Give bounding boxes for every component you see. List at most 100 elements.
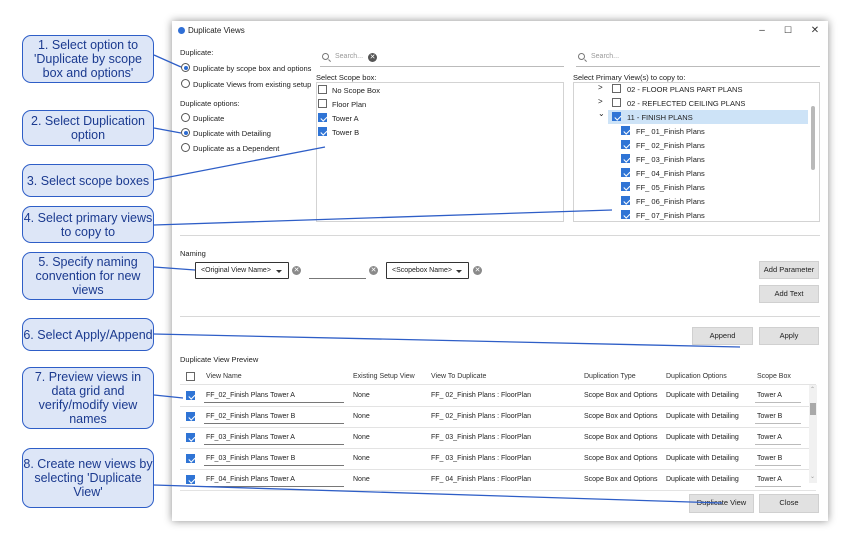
view-name-cell[interactable]: FF_02_Finish Plans Tower A <box>206 392 295 399</box>
scopebox-name-dropdown[interactable]: <Scopebox Name> <box>386 262 469 279</box>
close-window-button[interactable]: ✕ <box>808 24 822 37</box>
scope-box-underline <box>755 465 801 466</box>
scope-box-underline <box>755 486 801 487</box>
original-view-name-dropdown[interactable]: <Original View Name> <box>195 262 289 279</box>
table-cell: Duplicate with Detailing <box>666 434 739 441</box>
table-cell: FF_ 04_Finish Plans : FloorPlan <box>431 476 531 483</box>
clear-search-icon[interactable]: ✕ <box>368 53 377 62</box>
scope-checkbox-tower-b[interactable] <box>318 127 327 136</box>
column-header[interactable]: Duplication Options <box>666 373 727 380</box>
view-name-cell[interactable]: FF_03_Finish Plans Tower A <box>206 434 295 441</box>
grid-scrollbar-thumb[interactable] <box>810 403 816 415</box>
maximize-button[interactable]: ☐ <box>781 24 795 37</box>
radio-duplicate-dependent[interactable] <box>181 143 190 152</box>
scope-box-underline <box>755 444 801 445</box>
apply-button[interactable]: Apply <box>759 327 819 345</box>
callout-step-2: 2. Select Duplication option <box>22 110 154 146</box>
scroll-up-icon[interactable]: ⌃ <box>810 386 815 393</box>
close-button[interactable]: Close <box>759 494 819 513</box>
scope-checkbox-no-scope[interactable] <box>318 85 327 94</box>
table-cell: FF_ 02_Finish Plans : FloorPlan <box>431 413 531 420</box>
table-cell: Scope Box and Options <box>584 434 658 441</box>
view-name-underline <box>204 465 344 466</box>
scope-checkbox-tower-a[interactable] <box>318 113 327 122</box>
tree-scrollbar[interactable] <box>811 106 815 170</box>
view-name-cell[interactable]: FF_04_Finish Plans Tower A <box>206 476 295 483</box>
table-cell: FF_ 03_Finish Plans : FloorPlan <box>431 455 531 462</box>
group-checkbox[interactable] <box>612 98 621 107</box>
column-header[interactable]: Scope Box <box>757 373 791 380</box>
radio-duplicate-detailing[interactable] <box>181 128 190 137</box>
scope-checkbox-floor-plan[interactable] <box>318 99 327 108</box>
column-header[interactable]: View Name <box>206 373 242 380</box>
scroll-down-icon[interactable]: ⌄ <box>810 473 815 480</box>
view-name-cell[interactable]: FF_03_Finish Plans Tower B <box>206 455 295 462</box>
view-checkbox[interactable] <box>621 210 630 219</box>
view-checkbox[interactable] <box>621 126 630 135</box>
row-checkbox[interactable] <box>186 475 195 484</box>
column-header[interactable]: Existing Setup View <box>353 373 415 380</box>
row-checkbox[interactable] <box>186 391 195 400</box>
callout-step-1: 1. Select option to 'Duplicate by scope … <box>22 35 154 83</box>
row-divider <box>180 406 816 407</box>
scope-item-label: Floor Plan <box>332 100 367 109</box>
tree-view-label: FF_ 05_Finish Plans <box>636 183 705 192</box>
tree-group-label: 02 - FLOOR PLANS PART PLANS <box>627 85 743 94</box>
remove-token-icon[interactable]: ✕ <box>473 266 482 275</box>
view-checkbox[interactable] <box>621 154 630 163</box>
minimize-button[interactable]: – <box>755 24 769 37</box>
primary-search-input[interactable]: Search... <box>576 51 820 67</box>
column-header[interactable]: Duplication Type <box>584 373 636 380</box>
row-checkbox[interactable] <box>186 412 195 421</box>
collapse-chevron-icon[interactable]: ⌄ <box>598 109 605 118</box>
naming-label: Naming <box>180 249 206 258</box>
radio-scope-box[interactable] <box>181 63 190 72</box>
primary-search-placeholder: Search... <box>591 53 620 60</box>
callout-step-8: 8. Create new views by selecting 'Duplic… <box>22 448 154 508</box>
scope-item-label: No Scope Box <box>332 86 380 95</box>
scope-item-label: Tower A <box>332 114 359 123</box>
chevron-down-icon <box>456 270 462 273</box>
radio-existing-setup[interactable] <box>181 79 190 88</box>
duplicate-views-window: Duplicate Views – ☐ ✕ Duplicate: Duplica… <box>172 21 828 521</box>
table-cell: Duplicate with Detailing <box>666 392 739 399</box>
divider <box>180 235 820 236</box>
remove-token-icon[interactable]: ✕ <box>292 266 301 275</box>
table-cell: None <box>353 476 370 483</box>
group-checkbox[interactable] <box>612 84 621 93</box>
group-checkbox[interactable] <box>612 112 621 121</box>
expand-chevron-icon[interactable]: > <box>598 83 603 92</box>
remove-token-icon[interactable]: ✕ <box>369 266 378 275</box>
table-cell: Tower A <box>757 392 782 399</box>
view-checkbox[interactable] <box>621 168 630 177</box>
chevron-down-icon <box>276 270 282 273</box>
scope-search-input[interactable]: Search... ✕ <box>320 51 564 67</box>
table-cell: Duplicate with Detailing <box>666 413 739 420</box>
view-checkbox[interactable] <box>621 196 630 205</box>
primary-views-label: Select Primary View(s) to copy to: <box>573 73 686 82</box>
table-cell: None <box>353 455 370 462</box>
column-header[interactable]: View To Duplicate <box>431 373 486 380</box>
append-button[interactable]: Append <box>692 327 753 345</box>
expand-chevron-icon[interactable]: > <box>598 97 603 106</box>
table-cell: Duplicate with Detailing <box>666 476 739 483</box>
duplicate-view-button[interactable]: Duplicate View <box>689 494 754 513</box>
row-divider <box>180 469 816 470</box>
grid-scrollbar[interactable] <box>809 385 817 483</box>
radio-duplicate[interactable] <box>181 113 190 122</box>
view-name-cell[interactable]: FF_02_Finish Plans Tower B <box>206 413 295 420</box>
add-text-button[interactable]: Add Text <box>759 285 819 303</box>
view-checkbox[interactable] <box>621 182 630 191</box>
radio-duplicate-label: Duplicate <box>193 114 225 123</box>
row-divider <box>180 490 816 491</box>
view-checkbox[interactable] <box>621 140 630 149</box>
select-all-checkbox[interactable] <box>186 372 195 381</box>
search-icon <box>322 53 329 60</box>
row-checkbox[interactable] <box>186 454 195 463</box>
custom-text-field[interactable] <box>309 278 366 279</box>
row-checkbox[interactable] <box>186 433 195 442</box>
view-name-underline <box>204 444 344 445</box>
tree-group-label: 02 - REFLECTED CEILING PLANS <box>627 99 746 108</box>
add-parameter-button[interactable]: Add Parameter <box>759 261 819 279</box>
radio-scope-box-label: Duplicate by scope box and options <box>193 64 312 73</box>
